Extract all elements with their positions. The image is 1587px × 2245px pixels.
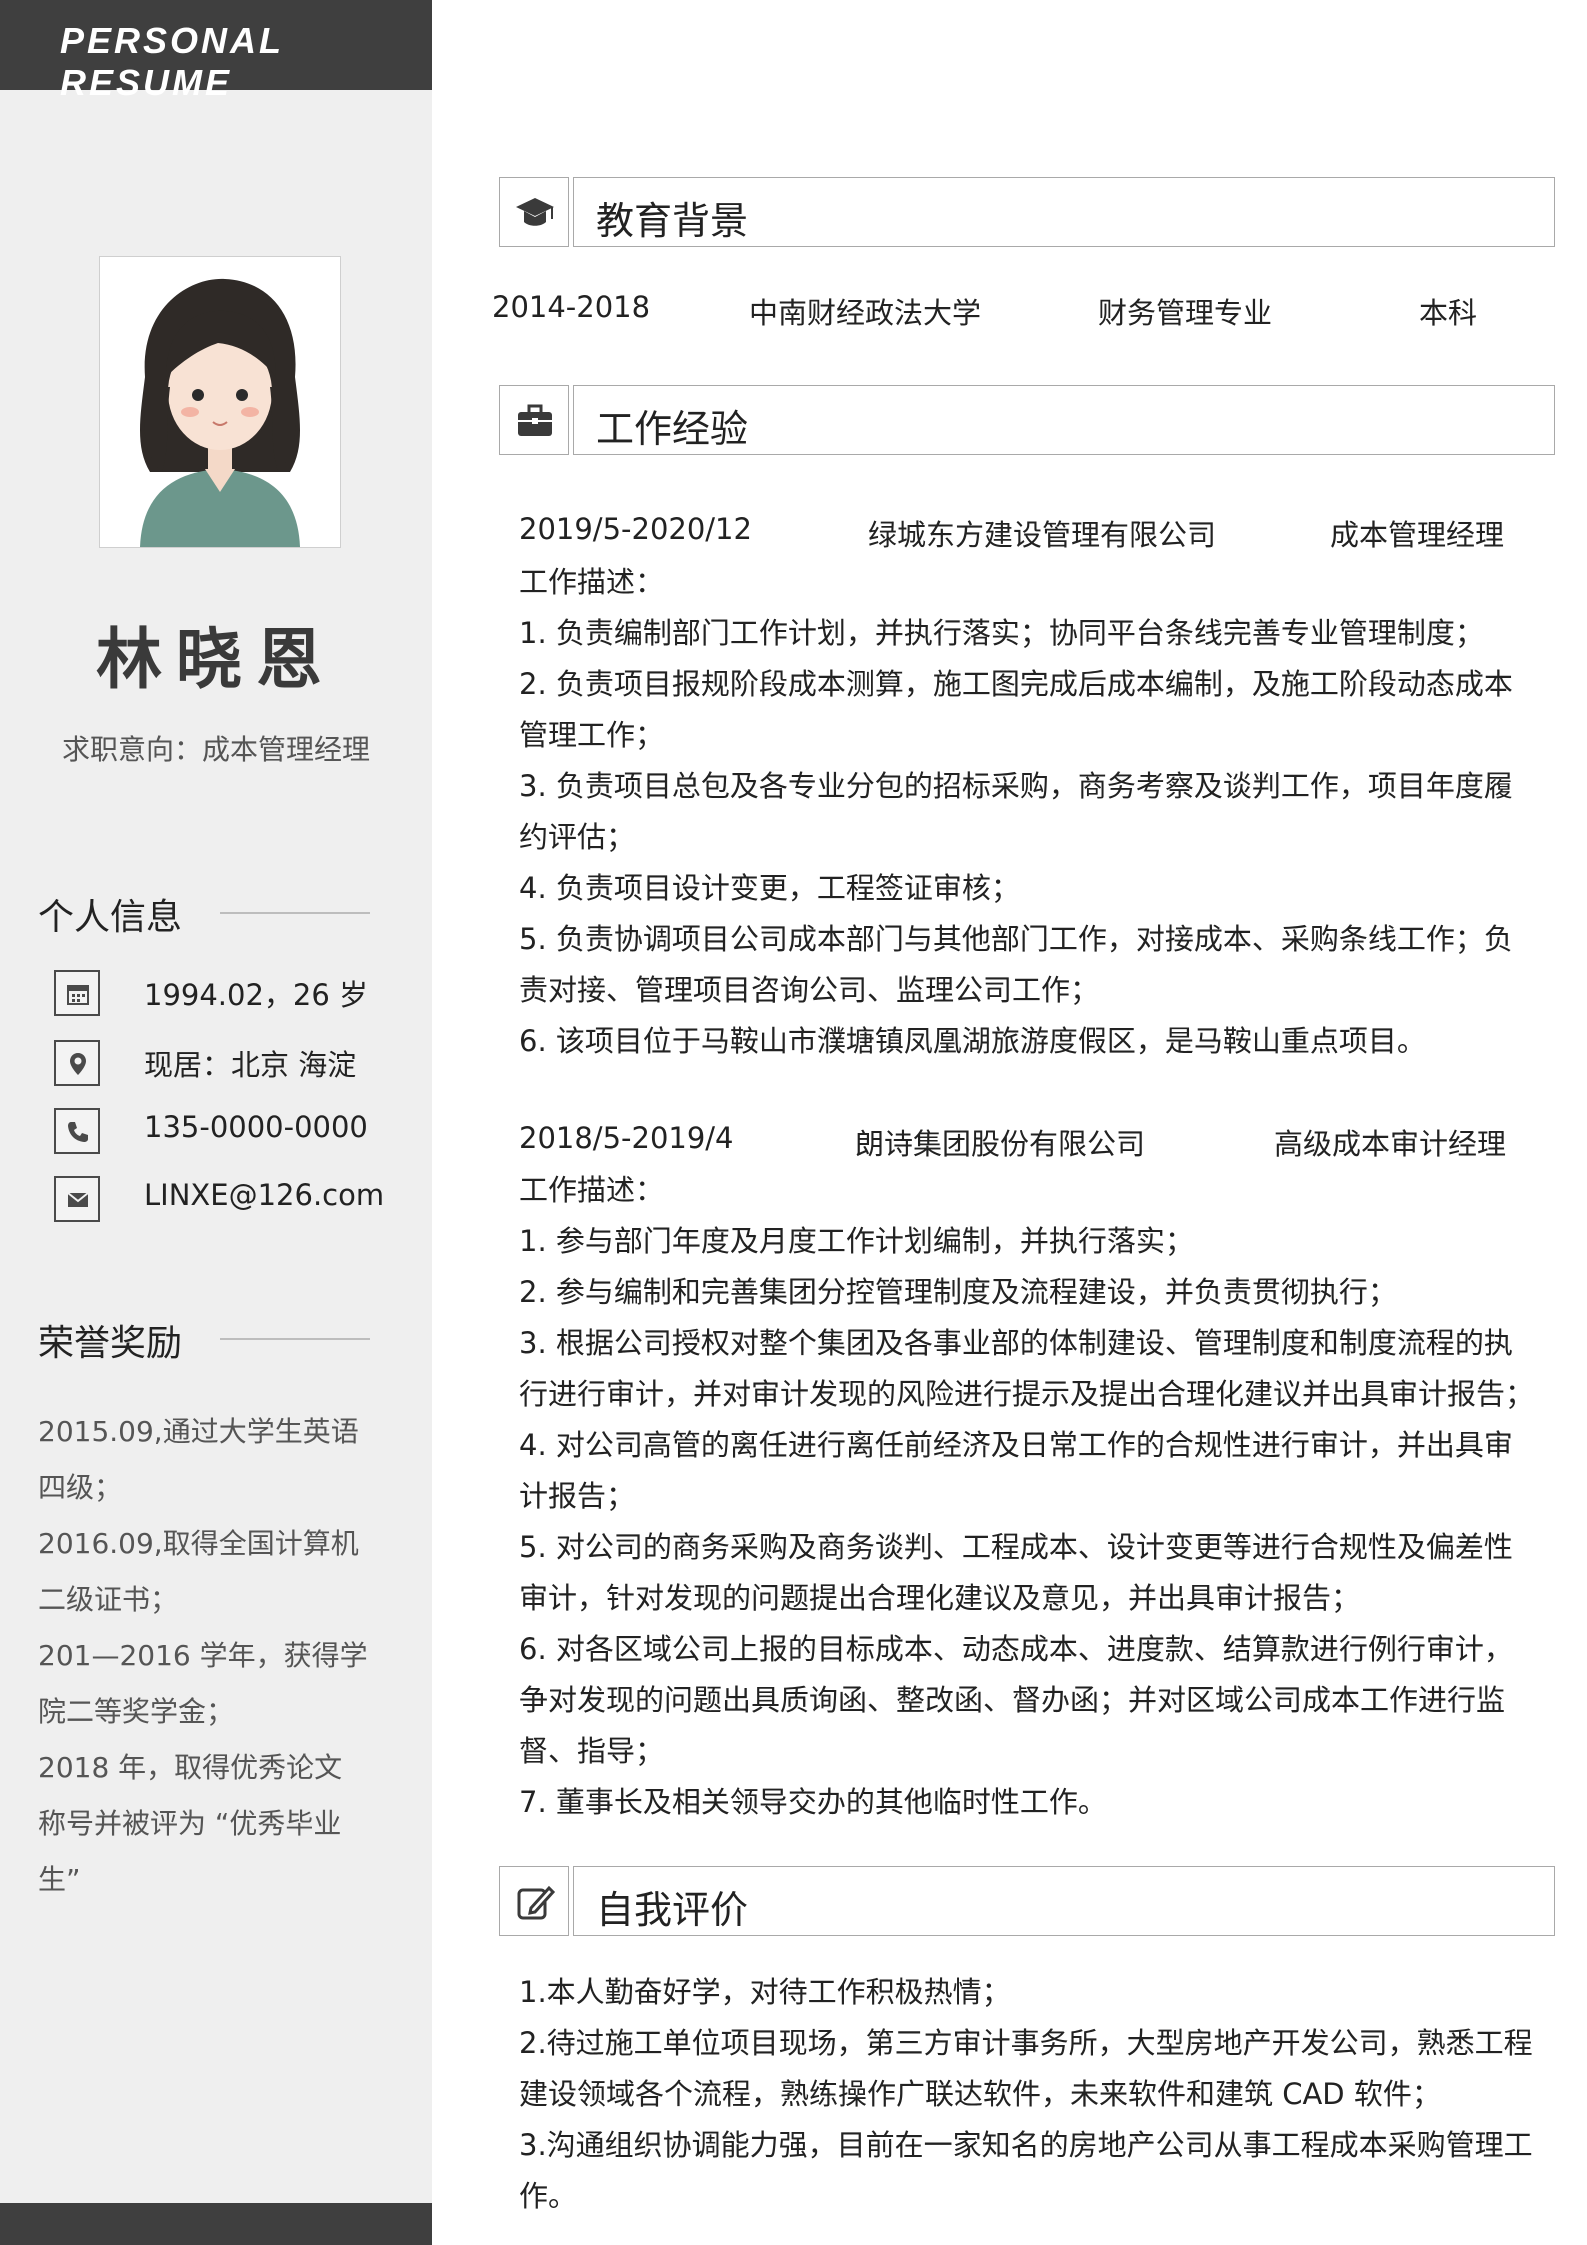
desc-item: 4. 对公司高管的离任进行离任前经济及日常工作的合规性进行审计，并出具审计报告； [519, 1428, 1513, 1513]
job-period: 2019/5-2020/12 [519, 512, 752, 546]
location-pin-icon [54, 1040, 100, 1086]
calendar-icon [54, 970, 100, 1016]
work-section-header: 工作经验 [499, 385, 1555, 455]
desc-label: 工作描述： [519, 565, 665, 599]
self-eval-item: 2.待过施工单位项目现场，第三方审计事务所，大型房地产开发公司，熟悉工程建设领域… [519, 2026, 1533, 2111]
section-title: 工作经验 [596, 407, 749, 451]
honors-list: 2015.09,通过大学生英语四级； 2016.09,取得全国计算机二级证书； … [38, 1404, 368, 1908]
section-icon-box [499, 1866, 569, 1936]
honor-item: 2015.09,通过大学生英语四级； [38, 1415, 359, 1504]
personal-info-heading: 个人信息 [38, 897, 183, 938]
edu-degree: 本科 [1419, 296, 1478, 330]
job-description: 工作描述： 1. 参与部门年度及月度工作计划编制，并执行落实； 2. 参与编制和… [519, 1165, 1539, 1828]
desc-item: 3. 负责项目总包及各专业分包的招标采购，商务考察及谈判工作，项目年度履约评估； [519, 769, 1513, 854]
header-banner: PERSONAL RESUME [0, 0, 432, 103]
desc-item: 3. 根据公司授权对整个集团及各事业部的体制建设、管理制度和制度流程的执行进行审… [519, 1326, 1535, 1411]
phone-text: 135-0000-0000 [144, 1110, 368, 1144]
job-company: 绿城东方建设管理有限公司 [868, 518, 1217, 552]
desc-label: 工作描述： [519, 1173, 665, 1207]
job-intent: 求职意向：成本管理经理 [61, 733, 370, 766]
honor-item: 2016.09,取得全国计算机二级证书； [38, 1527, 359, 1616]
honor-item: 2018 年，取得优秀论文称号并被评为 “优秀毕业生” [38, 1751, 343, 1896]
edu-period: 2014-2018 [492, 290, 651, 324]
edu-major: 财务管理专业 [1098, 296, 1273, 330]
self-eval-text: 1.本人勤奋好学，对待工作积极热情； 2.待过施工单位项目现场，第三方审计事务所… [519, 1967, 1539, 2222]
desc-item: 6. 对各区域公司上报的目标成本、动态成本、进度款、结算款进行例行审计，争对发现… [519, 1632, 1513, 1768]
honors-heading: 荣誉奖励 [38, 1323, 183, 1364]
section-title: 教育背景 [596, 199, 749, 243]
candidate-name: 林晓恩 [96, 621, 336, 698]
banner-title: PERSONAL RESUME [60, 20, 284, 103]
edit-icon [517, 1885, 556, 1920]
job-period: 2018/5-2019/4 [519, 1121, 734, 1155]
job-description: 工作描述： 1. 负责编制部门工作计划，并执行落实；协同平台条线完善专业管理制度… [519, 557, 1539, 1067]
honor-item: 201—2016 学年，获得学院二等奖学金； [38, 1639, 368, 1728]
footer-bar [0, 2203, 432, 2245]
self-eval-item: 3.沟通组织协调能力强，目前在一家知名的房地产公司从事工程成本采购管理工作。 [519, 2128, 1533, 2213]
desc-item: 4. 负责项目设计变更，工程签证审核； [519, 871, 1020, 905]
desc-item: 2. 参与编制和完善集团分控管理制度及流程建设，并负责贯彻执行； [519, 1275, 1397, 1309]
phone-icon [54, 1108, 100, 1154]
divider [220, 912, 370, 914]
desc-item: 1. 负责编制部门工作计划，并执行落实；协同平台条线完善专业管理制度； [519, 616, 1484, 650]
section-icon-box [499, 385, 569, 455]
location-text: 现居：北京 海淀 [144, 1048, 357, 1082]
desc-item: 5. 负责协调项目公司成本部门与其他部门工作，对接成本、采购条线工作；负责对接、… [519, 922, 1513, 1007]
divider [220, 1338, 370, 1340]
self-eval-item: 1.本人勤奋好学，对待工作积极热情； [519, 1975, 1011, 2009]
mail-icon [54, 1176, 100, 1222]
section-title: 自我评价 [596, 1888, 749, 1932]
job-company: 朗诗集团股份有限公司 [855, 1127, 1146, 1161]
desc-item: 7. 董事长及相关领导交办的其他临时性工作。 [519, 1785, 1107, 1819]
desc-item: 5. 对公司的商务采购及商务谈判、工程成本、设计变更等进行合规性及偏差性审计，针… [519, 1530, 1513, 1615]
avatar [99, 256, 341, 548]
birth-text: 1994.02，26 岁 [144, 978, 369, 1012]
self-eval-section-header: 自我评价 [499, 1866, 1555, 1936]
job-position: 高级成本审计经理 [1274, 1127, 1507, 1161]
section-icon-box [499, 177, 569, 247]
desc-item: 6. 该项目位于马鞍山市濮塘镇凤凰湖旅游度假区，是马鞍山重点项目。 [519, 1024, 1426, 1058]
job-position: 成本管理经理 [1330, 518, 1505, 552]
education-section-header: 教育背景 [499, 177, 1555, 247]
desc-item: 2. 负责项目报规阶段成本测算，施工图完成后成本编制，及施工阶段动态成本管理工作… [519, 667, 1513, 752]
briefcase-icon [518, 404, 552, 436]
email-text: LINXE@126.com [144, 1178, 385, 1212]
edu-school: 中南财经政法大学 [749, 296, 982, 330]
desc-item: 1. 参与部门年度及月度工作计划编制，并执行落实； [519, 1224, 1194, 1258]
graduation-cap-icon [516, 198, 554, 226]
